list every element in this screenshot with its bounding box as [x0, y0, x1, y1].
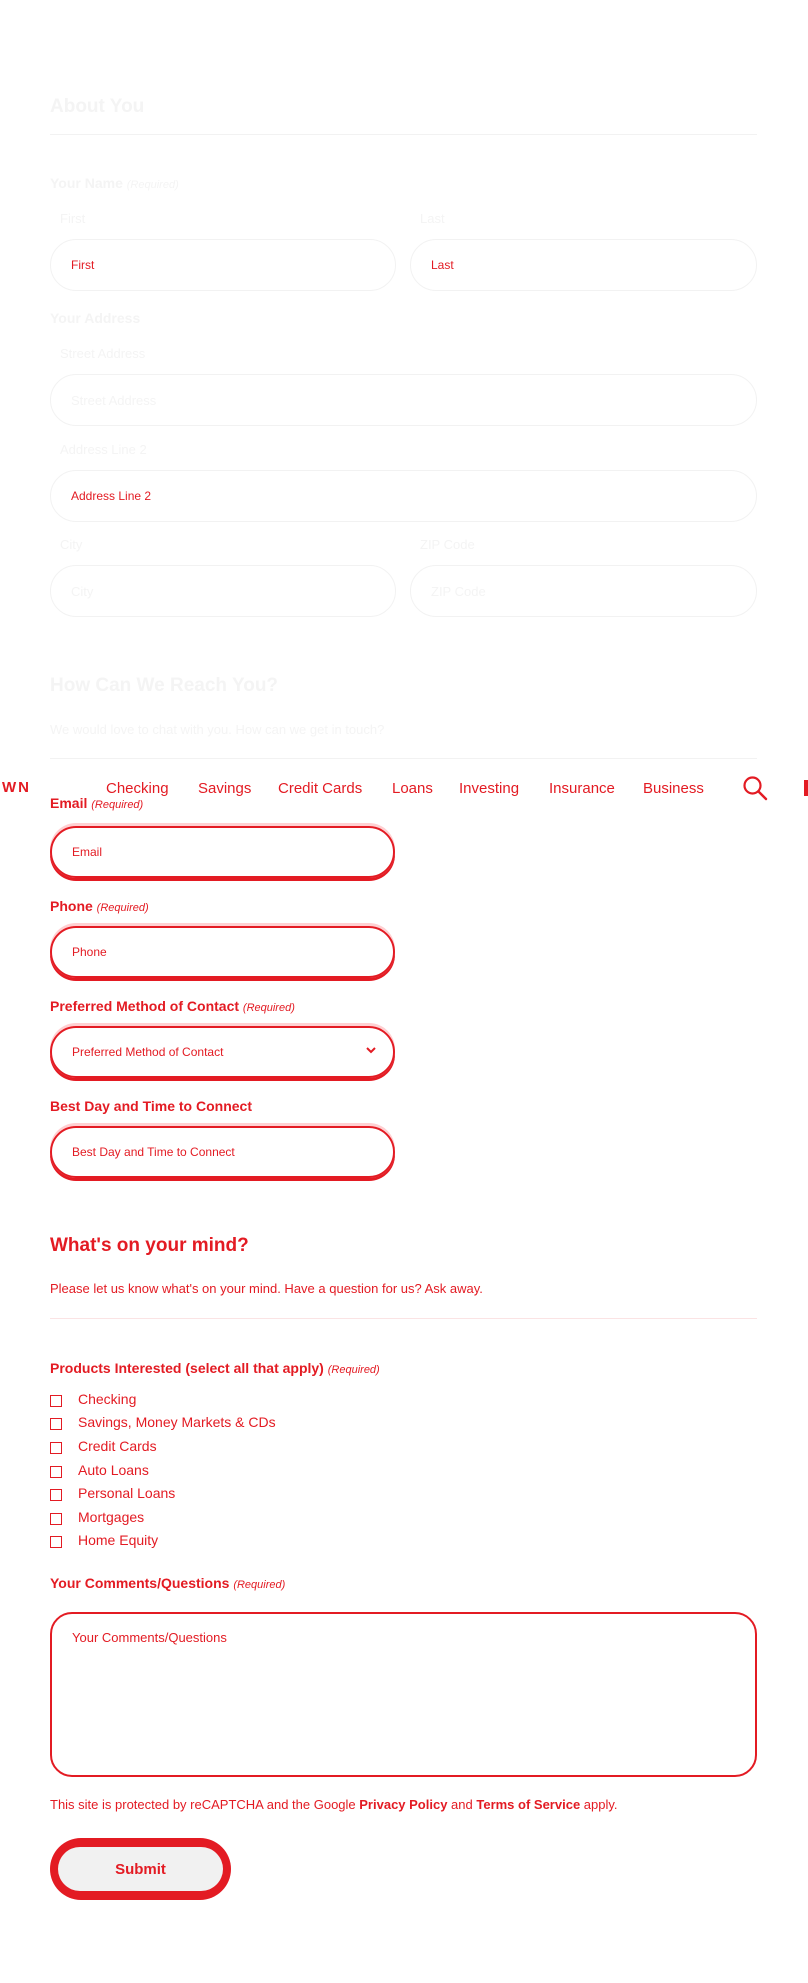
checkbox[interactable]: [50, 1466, 62, 1478]
phone-label: Phone (Required): [50, 898, 149, 914]
best-time-placeholder: Best Day and Time to Connect: [72, 1145, 235, 1159]
required-tag: (Required): [242, 1002, 295, 1014]
product-label: Savings, Money Markets & CDs: [78, 1414, 276, 1430]
search-icon[interactable]: [742, 775, 768, 801]
recaptcha-prefix: This site is protected by reCAPTCHA and …: [50, 1797, 360, 1812]
nav-loans[interactable]: Loans: [392, 780, 433, 797]
about-divider: [50, 134, 757, 135]
contact-method-value: Preferred Method of Contact: [72, 1045, 224, 1059]
last-sublabel: Last: [420, 211, 445, 226]
zip-sublabel: ZIP Code: [420, 537, 475, 552]
reach-divider: [50, 758, 757, 759]
zip-input[interactable]: ZIP Code: [410, 565, 757, 617]
comments-label: Your Comments/Questions (Required): [50, 1575, 285, 1591]
required-tag: (Required): [91, 799, 144, 811]
product-label: Personal Loans: [78, 1485, 176, 1501]
line2-sublabel: Address Line 2: [60, 442, 147, 457]
nav-savings[interactable]: Savings: [198, 780, 251, 797]
checkbox[interactable]: [50, 1395, 62, 1407]
address-label: Your Address: [50, 310, 141, 326]
product-checkbox-personal-loans[interactable]: Personal Loans: [50, 1485, 176, 1501]
recaptcha-and: and: [447, 1797, 477, 1812]
reach-heading: How Can We Reach You?: [50, 675, 279, 696]
brand-logo[interactable]: WN: [2, 779, 31, 796]
last-name-input[interactable]: Last: [410, 239, 757, 291]
product-checkbox-home-equity[interactable]: Home Equity: [50, 1532, 159, 1548]
mind-heading: What's on your mind?: [50, 1235, 249, 1256]
checkbox[interactable]: [50, 1418, 62, 1430]
nav-insurance[interactable]: Insurance: [549, 780, 615, 797]
required-tag: (Required): [233, 1579, 286, 1591]
street-placeholder: Street Address: [71, 392, 157, 408]
about-you-heading: About You: [50, 96, 145, 117]
street-address-input[interactable]: Street Address: [50, 374, 757, 426]
first-sublabel: First: [60, 211, 86, 226]
line2-placeholder: Address Line 2: [71, 489, 152, 503]
besttime-label: Best Day and Time to Connect: [50, 1098, 253, 1114]
email-placeholder: Email: [72, 845, 103, 859]
method-label-text: Preferred Method of Contact: [50, 998, 240, 1014]
name-label: Your Name (Required): [50, 175, 179, 191]
product-checkbox-savings[interactable]: Savings, Money Markets & CDs: [50, 1414, 276, 1430]
mind-divider: [50, 1318, 757, 1319]
method-label: Preferred Method of Contact (Required): [50, 998, 295, 1014]
name-label-text: Your Name: [50, 175, 123, 191]
mind-subtitle: Please let us know what's on your mind. …: [50, 1281, 483, 1296]
phone-label-text: Phone: [50, 898, 93, 914]
product-label: Mortgages: [78, 1509, 145, 1525]
checkbox[interactable]: [50, 1442, 62, 1454]
email-label-text: Email: [50, 795, 88, 811]
phone-placeholder: Phone: [72, 945, 107, 959]
email-input[interactable]: Email: [50, 826, 395, 878]
first-name-placeholder: First: [71, 258, 95, 272]
submit-label: Submit: [58, 1847, 223, 1891]
nav-overflow-indicator: [804, 780, 808, 796]
checkbox[interactable]: [50, 1489, 62, 1501]
comments-label-text: Your Comments/Questions: [50, 1575, 230, 1591]
recaptcha-notice: This site is protected by reCAPTCHA and …: [50, 1797, 618, 1812]
checkbox[interactable]: [50, 1513, 62, 1525]
privacy-policy-link[interactable]: Privacy Policy: [359, 1797, 447, 1812]
nav-investing[interactable]: Investing: [459, 780, 519, 797]
product-label: Home Equity: [78, 1532, 159, 1548]
chevron-down-icon: [365, 1044, 377, 1059]
reach-subtitle: We would love to chat with you. How can …: [50, 722, 385, 737]
nav-credit-cards[interactable]: Credit Cards: [278, 780, 362, 797]
best-time-input[interactable]: Best Day and Time to Connect: [50, 1126, 395, 1178]
required-tag: (Required): [96, 902, 149, 914]
product-checkbox-checking[interactable]: Checking: [50, 1391, 137, 1407]
zip-placeholder: ZIP Code: [431, 583, 486, 599]
last-name-placeholder: Last: [431, 258, 454, 272]
product-checkbox-mortgages[interactable]: Mortgages: [50, 1509, 145, 1525]
email-label: Email (Required): [50, 795, 143, 811]
product-label: Auto Loans: [78, 1462, 149, 1478]
required-tag: (Required): [126, 179, 179, 191]
terms-of-service-link[interactable]: Terms of Service: [476, 1797, 580, 1812]
checkbox[interactable]: [50, 1536, 62, 1548]
product-checkbox-credit-cards[interactable]: Credit Cards: [50, 1438, 157, 1454]
comments-textarea[interactable]: Your Comments/Questions: [50, 1612, 757, 1777]
products-label-text: Products Interested (select all that app…: [50, 1360, 324, 1376]
phone-input[interactable]: Phone: [50, 926, 395, 978]
product-checkbox-auto-loans[interactable]: Auto Loans: [50, 1462, 149, 1478]
contact-method-select[interactable]: Preferred Method of Contact: [50, 1026, 395, 1078]
street-sublabel: Street Address: [60, 346, 146, 361]
products-label: Products Interested (select all that app…: [50, 1360, 380, 1376]
city-sublabel: City: [60, 537, 83, 552]
address-line2-input[interactable]: Address Line 2: [50, 470, 757, 522]
city-placeholder: City: [71, 583, 94, 599]
nav-business[interactable]: Business: [643, 780, 704, 797]
first-name-input[interactable]: First: [50, 239, 396, 291]
product-label: Credit Cards: [78, 1438, 157, 1454]
comments-placeholder: Your Comments/Questions: [72, 1630, 227, 1645]
recaptcha-suffix: apply.: [580, 1797, 618, 1812]
product-label: Checking: [78, 1391, 137, 1407]
city-input[interactable]: City: [50, 565, 396, 617]
required-tag: (Required): [327, 1364, 380, 1376]
submit-button[interactable]: Submit: [50, 1838, 231, 1900]
